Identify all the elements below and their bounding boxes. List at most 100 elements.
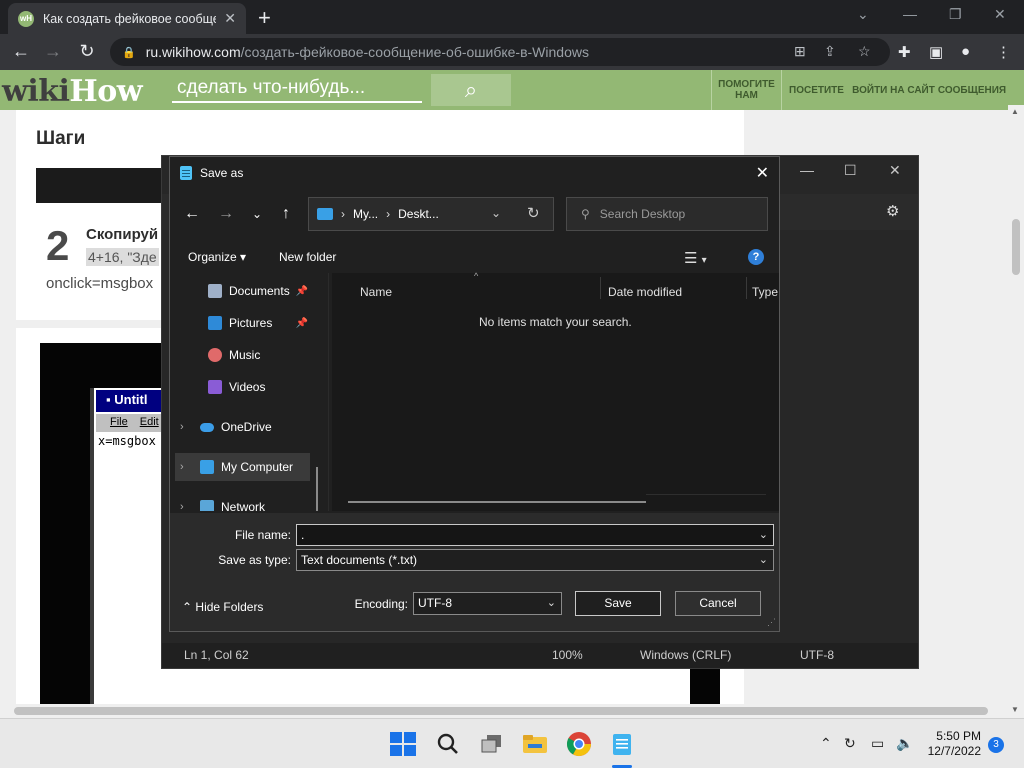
side-panel-icon[interactable]: ▣ <box>929 43 943 61</box>
new-folder-button[interactable]: New folder <box>279 250 336 264</box>
scroll-down-icon[interactable]: ▼ <box>1011 705 1019 714</box>
settings-gear-icon[interactable]: ⚙ <box>886 202 899 220</box>
chrome-icon[interactable] <box>565 730 593 758</box>
task-view-icon[interactable] <box>478 730 506 758</box>
notepad-maximize-icon[interactable]: ☐ <box>844 162 857 179</box>
help-icon[interactable]: ? <box>748 249 764 265</box>
extensions-puzzle-icon[interactable]: ✚ <box>898 43 911 61</box>
nav-item-onedrive[interactable]: › OneDrive <box>170 413 328 441</box>
volume-icon[interactable]: 🔈 <box>896 735 913 752</box>
breadcrumb-separator-icon: › <box>386 207 391 221</box>
organize-button[interactable]: Organize ▾ <box>188 250 246 264</box>
pane-splitter[interactable] <box>328 273 329 511</box>
nav-item-documents[interactable]: Documents 📌 <box>170 277 328 305</box>
address-dropdown-icon[interactable]: ⌄ <box>491 206 501 220</box>
notepad-taskbar-icon[interactable] <box>608 730 636 758</box>
page-horizontal-scrollbar[interactable] <box>0 704 1008 718</box>
forward-arrow-icon[interactable]: → <box>42 41 64 62</box>
notepad-minimize-icon[interactable]: — <box>800 162 814 178</box>
cancel-button[interactable]: Cancel <box>675 591 761 616</box>
file-name-input[interactable]: . ⌄ <box>296 524 774 546</box>
nav-item-label: My Computer <box>221 460 294 474</box>
translate-icon[interactable]: ⊞ <box>794 43 806 60</box>
nav-login[interactable]: ВОЙТИ НА САЙТ <box>851 70 936 110</box>
network-monitor-icon[interactable]: ▭ <box>871 735 884 752</box>
sync-icon[interactable]: ↻ <box>844 735 856 752</box>
breadcrumb-my-computer[interactable]: My... <box>353 207 378 221</box>
encoding-value: UTF-8 <box>418 596 452 610</box>
nav-item-videos[interactable]: Videos <box>170 373 328 401</box>
bookmark-star-icon[interactable]: ☆ <box>858 43 871 60</box>
view-options-icon[interactable]: ☰ ▾ <box>684 249 707 267</box>
save-type-select[interactable]: Text documents (*.txt) ⌄ <box>296 549 774 571</box>
page-hscroll-thumb[interactable] <box>14 707 988 715</box>
dialog-address-bar[interactable]: › My... › Deskt... ⌄ ↻ <box>308 197 554 231</box>
tab-search-chevron-icon[interactable]: ⌄ <box>857 6 869 23</box>
column-date-modified[interactable]: Date modified <box>608 285 682 299</box>
nav-item-network[interactable]: › Network <box>170 493 328 511</box>
up-folder-icon[interactable]: ↑ <box>276 205 296 223</box>
tab-close-icon[interactable]: ✕ <box>224 10 236 27</box>
onedrive-cloud-icon <box>200 422 214 432</box>
resize-grip-icon[interactable]: ⋰ <box>767 617 776 628</box>
expand-chevron-icon[interactable]: › <box>180 461 184 473</box>
wikihow-search-input[interactable]: сделать что-нибудь... <box>172 74 422 103</box>
encoding-select[interactable]: UTF-8 ⌄ <box>413 592 562 615</box>
chevron-down-icon[interactable]: ⌄ <box>547 596 556 609</box>
dialog-close-icon[interactable]: ✕ <box>756 163 769 183</box>
expand-chevron-icon[interactable]: › <box>180 421 184 433</box>
breadcrumb-desktop[interactable]: Deskt... <box>398 207 439 221</box>
dialog-forward-icon[interactable]: → <box>216 205 236 223</box>
status-position: Ln 1, Col 62 <box>184 648 249 662</box>
column-type[interactable]: Type <box>752 285 778 299</box>
column-separator[interactable] <box>600 277 601 299</box>
wikihow-search-button[interactable]: ⌕ <box>431 74 511 106</box>
nav-help-us[interactable]: ПОМОГИТЕ НАМ <box>711 70 781 110</box>
share-icon[interactable]: ⇪ <box>824 43 836 60</box>
refresh-icon[interactable]: ↻ <box>527 204 540 222</box>
chevron-down-icon[interactable]: ⌄ <box>759 553 768 566</box>
windows-start-icon[interactable] <box>388 730 416 758</box>
restore-icon[interactable]: ❐ <box>949 6 962 23</box>
browser-tab[interactable]: wH Как создать фейковое сообщен ✕ <box>8 3 246 34</box>
minimize-icon[interactable]: — <box>903 6 917 22</box>
new-tab-plus-icon[interactable]: + <box>258 5 271 31</box>
image-menu-edit: Edit <box>139 416 159 428</box>
notepad-close-icon[interactable]: ✕ <box>889 162 901 179</box>
file-explorer-icon[interactable] <box>521 730 549 758</box>
wikihow-logo[interactable]: wikiHow <box>2 74 143 109</box>
scroll-up-icon[interactable]: ▲ <box>1011 107 1019 116</box>
close-window-icon[interactable]: ✕ <box>994 6 1006 23</box>
system-clock[interactable]: 5:50 PM 12/7/2022 <box>923 729 981 759</box>
save-type-value: Text documents (*.txt) <box>301 553 418 567</box>
search-icon[interactable] <box>434 730 462 758</box>
column-name[interactable]: Name <box>360 285 392 299</box>
page-vertical-scrollbar[interactable]: ▲ ▼ <box>1008 105 1024 718</box>
chrome-menu-icon[interactable]: ⋮ <box>996 43 1011 61</box>
recent-locations-chevron-icon[interactable]: ⌄ <box>247 207 267 221</box>
nav-item-music[interactable]: Music <box>170 341 328 369</box>
file-name-label: File name: <box>234 528 291 542</box>
reload-icon[interactable]: ↻ <box>76 41 98 62</box>
nav-visit[interactable]: ПОСЕТИТЕ <box>781 70 851 110</box>
chevron-down-icon[interactable]: ⌄ <box>759 528 768 541</box>
column-separator[interactable] <box>746 277 747 299</box>
tray-overflow-chevron-icon[interactable]: ⌃ <box>820 735 832 752</box>
hide-folders-button[interactable]: ⌃ Hide Folders <box>182 600 263 614</box>
nav-item-my-computer[interactable]: › My Computer <box>175 453 310 481</box>
save-button[interactable]: Save <box>575 591 661 616</box>
back-arrow-icon[interactable]: ← <box>10 41 32 62</box>
page-scroll-thumb[interactable] <box>1012 219 1020 275</box>
nav-item-pictures[interactable]: Pictures 📌 <box>170 309 328 337</box>
nav-item-label: Network <box>221 500 266 511</box>
organize-label: Organize <box>188 250 237 264</box>
nav-pane-scrollbar[interactable] <box>316 467 318 511</box>
dialog-search-input[interactable]: ⚲ Search Desktop <box>566 197 768 231</box>
notification-badge[interactable]: 3 <box>988 737 1004 753</box>
profile-avatar-icon[interactable]: ● <box>961 43 970 60</box>
file-list-hscrollbar[interactable] <box>348 501 646 503</box>
address-bar[interactable]: 🔒 ru.wikihow.com/создать-фейковое-сообще… <box>110 38 890 66</box>
nav-messages[interactable]: СООБЩЕНИЯ <box>936 70 1008 110</box>
expand-chevron-icon[interactable]: › <box>180 501 184 511</box>
dialog-back-icon[interactable]: ← <box>182 205 202 223</box>
